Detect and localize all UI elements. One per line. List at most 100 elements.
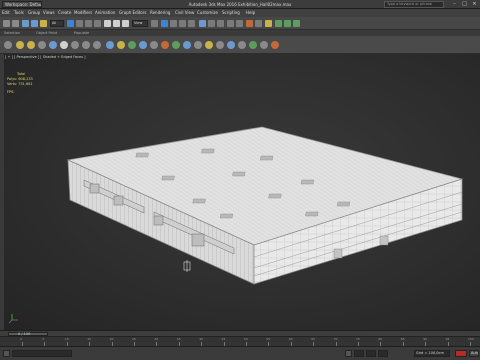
tool-v-icon[interactable]: [238, 41, 246, 49]
tool-d-icon[interactable]: [38, 41, 46, 49]
building-model[interactable]: [4, 54, 480, 330]
curve-editor-icon[interactable]: [246, 20, 253, 27]
timeline-tick-label: 60: [288, 337, 293, 341]
align-icon[interactable]: [217, 20, 224, 27]
coord-x-field[interactable]: [354, 350, 364, 357]
unlink-icon[interactable]: [31, 20, 38, 27]
tool-e-icon[interactable]: [49, 41, 57, 49]
track-bar[interactable]: 0 5 10 15 20 25 30 35 40 45 50 55 60 65 70 75 80 85 90 95 10…: [0, 336, 480, 346]
menu-customize[interactable]: Customize: [197, 9, 218, 17]
pivot-center-icon[interactable]: [151, 20, 158, 27]
tool-n-icon[interactable]: [150, 41, 158, 49]
tool-f-icon[interactable]: [60, 41, 68, 49]
timeline-tick-label: 95: [445, 337, 450, 341]
tool-x-icon[interactable]: [260, 41, 268, 49]
move-icon[interactable]: [104, 20, 111, 27]
render-production-icon[interactable]: [293, 20, 300, 27]
perspective-viewport[interactable]: [ + ] [ Perspective ] [ Shaded + Edged F…: [4, 54, 480, 330]
tool-u-icon[interactable]: [227, 41, 235, 49]
timeline-tick-label: 30: [154, 337, 159, 341]
maximize-icon[interactable]: □: [460, 1, 469, 8]
select-object-icon[interactable]: [67, 20, 74, 27]
tool-m-icon[interactable]: [139, 41, 147, 49]
tool-i-icon[interactable]: [93, 41, 101, 49]
menu-help[interactable]: Help: [246, 9, 255, 17]
auto-key-label: Auto: [469, 350, 479, 357]
menu-graph-editors[interactable]: Graph Editors: [119, 9, 146, 17]
tool-k-icon[interactable]: [117, 41, 125, 49]
timeline-tick-label: 55: [266, 337, 271, 341]
tool-q-icon[interactable]: [183, 41, 191, 49]
rotate-icon[interactable]: [113, 20, 120, 27]
render-setup-icon[interactable]: [275, 20, 282, 27]
lock-selection-icon[interactable]: [345, 350, 352, 357]
angle-snap-icon[interactable]: [170, 20, 177, 27]
tool-t-icon[interactable]: [216, 41, 224, 49]
tool-h-icon[interactable]: [82, 41, 90, 49]
maxscript-mini-listener[interactable]: [12, 350, 72, 357]
tool-b-icon[interactable]: [16, 41, 24, 49]
selection-gizmo[interactable]: [183, 260, 191, 272]
ribbon-toggle-icon[interactable]: [236, 20, 243, 27]
minimize-icon[interactable]: –: [450, 1, 459, 8]
ribbon-panel: [0, 36, 480, 54]
search-input[interactable]: Type a keyword or phrase: [384, 1, 444, 8]
menu-views[interactable]: Views: [43, 9, 55, 17]
tool-o-icon[interactable]: [161, 41, 169, 49]
scale-icon[interactable]: [122, 20, 129, 27]
named-selection-icon[interactable]: [199, 20, 206, 27]
percent-snap-icon[interactable]: [179, 20, 186, 27]
tool-r-icon[interactable]: [194, 41, 202, 49]
select-by-name-icon[interactable]: [76, 20, 83, 27]
menu-modifiers[interactable]: Modifiers: [74, 9, 92, 17]
bind-space-warp-icon[interactable]: [40, 20, 47, 27]
menu-scripting[interactable]: Scripting: [222, 9, 240, 17]
tool-y-icon[interactable]: [271, 41, 279, 49]
tool-w-icon[interactable]: [249, 41, 257, 49]
timeline-tick-label: 10: [64, 337, 69, 341]
layer-manager-icon[interactable]: [227, 20, 234, 27]
snap-toggle-icon[interactable]: [161, 20, 168, 27]
tool-s-icon[interactable]: [205, 41, 213, 49]
menu-group[interactable]: Group: [28, 9, 40, 17]
redo-icon[interactable]: [12, 20, 19, 27]
tool-a-icon[interactable]: [4, 41, 12, 49]
material-editor-icon[interactable]: [265, 20, 272, 27]
menu-civil-view[interactable]: Civil View: [175, 9, 194, 17]
timeline-tick-label: 40: [199, 337, 204, 341]
tool-j-icon[interactable]: [106, 41, 114, 49]
tool-p-icon[interactable]: [172, 41, 180, 49]
menu-create[interactable]: Create: [58, 9, 71, 17]
close-icon[interactable]: ×: [470, 1, 479, 8]
timeline-tick-label: 15: [87, 337, 92, 341]
tool-g-icon[interactable]: [71, 41, 79, 49]
coord-z-field[interactable]: [378, 350, 388, 357]
mirror-icon[interactable]: [208, 20, 215, 27]
tool-c-icon[interactable]: [27, 41, 35, 49]
timeline-tick-label: 5: [42, 337, 45, 341]
selection-filter-dropdown[interactable]: All: [50, 20, 64, 27]
timeline-tick-label: 25: [132, 337, 136, 341]
timeline-tick-label: 45: [221, 337, 226, 341]
menu-edit[interactable]: Edit: [2, 9, 10, 17]
link-icon[interactable]: [22, 20, 29, 27]
window-crossing-icon[interactable]: [94, 20, 101, 27]
tool-l-icon[interactable]: [128, 41, 136, 49]
axis-tripod: [8, 314, 18, 324]
timeline-tick-label: 100: [468, 337, 474, 341]
timeline-tick-label: 85: [400, 337, 405, 341]
selection-region-icon[interactable]: [85, 20, 92, 27]
status-bar: Grid = 100,0cm Auto: [0, 346, 480, 360]
maxscript-listener-icon[interactable]: [3, 350, 10, 357]
menu-bar: Edit Tools Group Views Create Modifiers …: [0, 9, 480, 17]
coord-y-field[interactable]: [366, 350, 376, 357]
undo-icon[interactable]: [3, 20, 10, 27]
menu-rendering[interactable]: Rendering: [150, 9, 170, 17]
reference-coordinate-dropdown[interactable]: View: [132, 20, 148, 27]
render-frame-icon[interactable]: [284, 20, 291, 27]
menu-tools[interactable]: Tools: [14, 9, 24, 17]
spinner-snap-icon[interactable]: [188, 20, 195, 27]
schematic-view-icon[interactable]: [255, 20, 262, 27]
auto-key-button[interactable]: [455, 350, 467, 357]
menu-animation[interactable]: Animation: [95, 9, 115, 17]
